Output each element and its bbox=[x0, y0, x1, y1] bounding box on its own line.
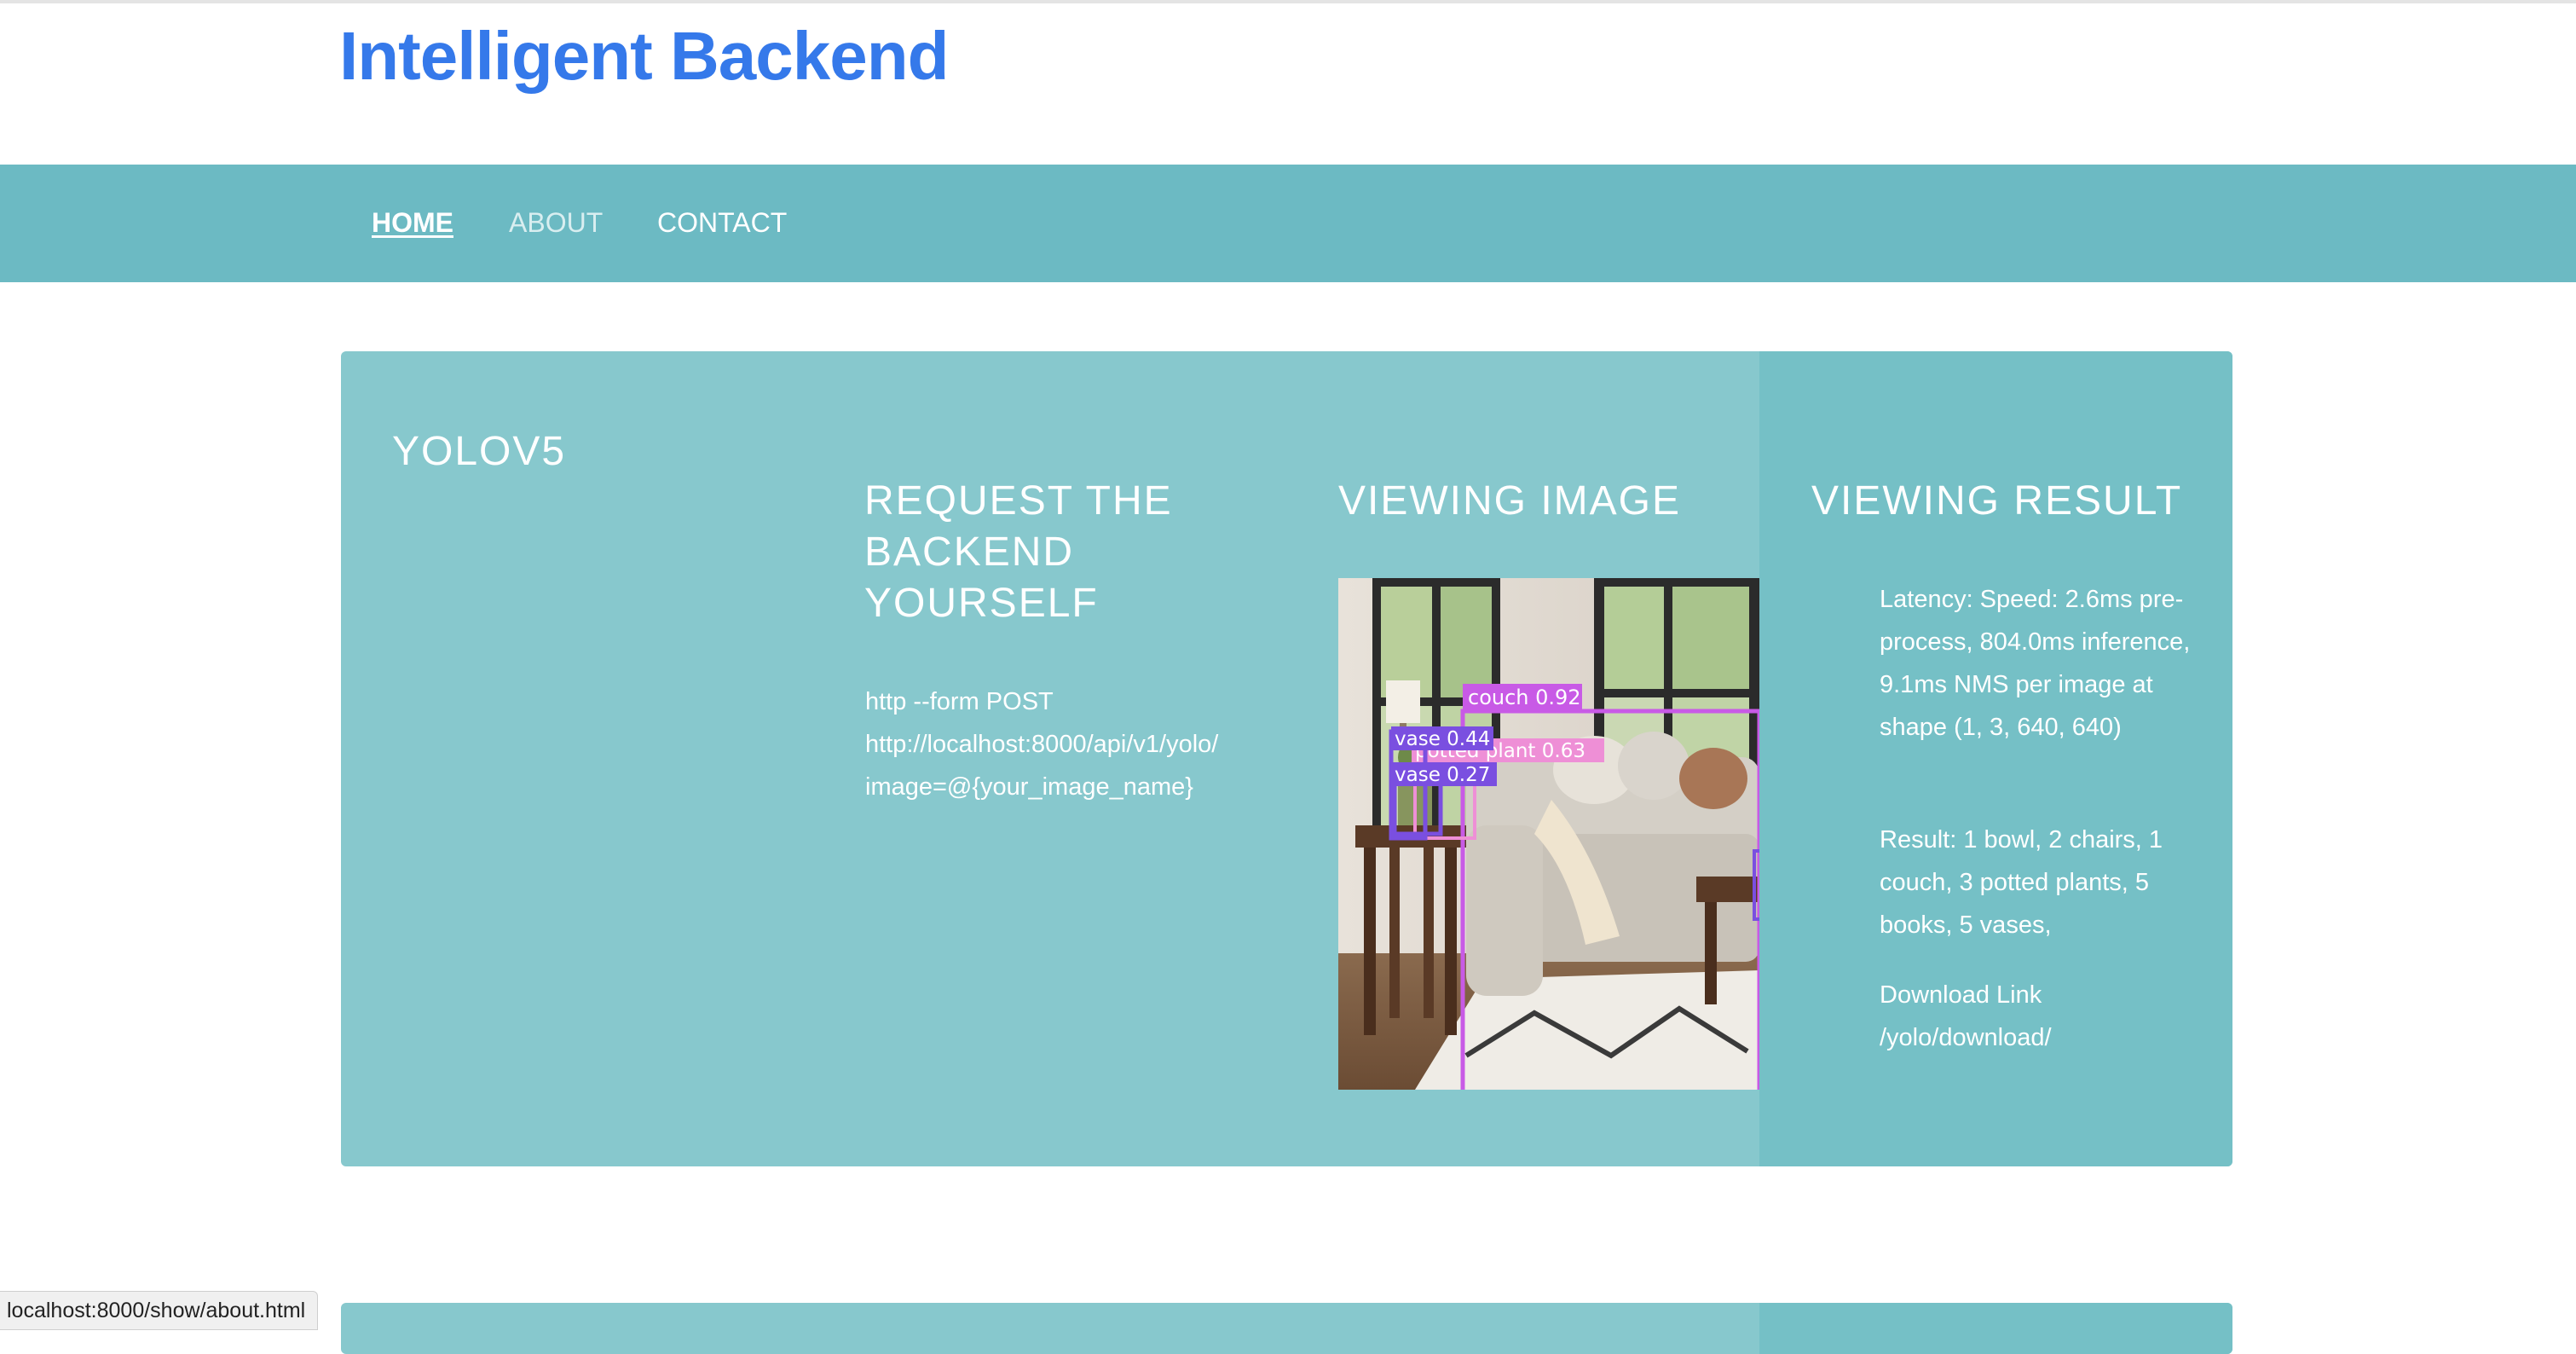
panel-title: YOLOV5 bbox=[392, 429, 567, 474]
result-summary: Result: 1 bowl, 2 chairs, 1 couch, 3 pot… bbox=[1880, 826, 2163, 939]
vase-detection-label-1: vase 0.44 bbox=[1395, 728, 1490, 750]
living-room-photo: couch 0.92 potted plant 0.63 vase 0.44 v… bbox=[1338, 578, 1759, 1090]
viewing-result-heading: VIEWING RESULT bbox=[1811, 478, 2183, 524]
detection-image: couch 0.92 potted plant 0.63 vase 0.44 v… bbox=[1338, 578, 1759, 1090]
download-link-label: Download Link bbox=[1880, 981, 2042, 1009]
second-panel-partial bbox=[341, 1303, 2232, 1354]
vase-detection-label-2: vase 0.27 bbox=[1395, 764, 1490, 786]
command-line-1: http --form POST bbox=[865, 688, 1054, 715]
command-line-2: http://localhost:8000/api/v1/yolo/ bbox=[865, 731, 1219, 758]
request-heading: REQUEST THE BACKEND YOURSELF bbox=[864, 478, 1173, 626]
nav-about-link[interactable]: ABOUT bbox=[509, 205, 603, 240]
viewing-image-heading: VIEWING IMAGE bbox=[1338, 478, 1682, 524]
request-command: http --form POST http://localhost:8000/a… bbox=[865, 680, 1274, 808]
download-section: Download Link /yolo/download/ bbox=[1880, 974, 2195, 1059]
second-panel-right-bg bbox=[1759, 1303, 2232, 1354]
main-navbar: HOME ABOUT CONTACT bbox=[0, 165, 2576, 282]
latency-text: Latency: Speed: 2.6ms pre-process, 804.0… bbox=[1880, 586, 2191, 741]
download-link[interactable]: /yolo/download/ bbox=[1880, 1024, 2052, 1051]
link-status-bar: localhost:8000/show/about.html bbox=[0, 1291, 319, 1330]
command-line-3: image=@{your_image_name} bbox=[865, 773, 1193, 801]
nav-contact-link[interactable]: CONTACT bbox=[657, 205, 787, 240]
couch-detection-label: couch 0.92 bbox=[1468, 686, 1581, 709]
site-title[interactable]: Intelligent Backend bbox=[339, 17, 949, 95]
top-border bbox=[0, 0, 2576, 3]
nav-home-link[interactable]: HOME bbox=[372, 205, 453, 240]
